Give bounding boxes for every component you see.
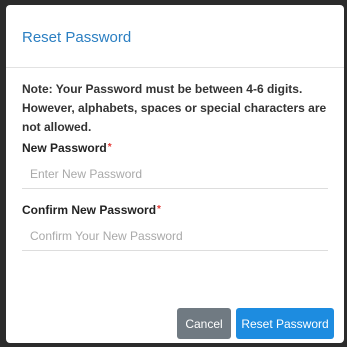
password-rules-note: Note: Your Password must be between 4-6 … [22,82,327,134]
required-marker: * [107,142,112,153]
confirm-password-label: Confirm New Password* [22,202,328,218]
cancel-button[interactable]: Cancel [177,308,231,339]
dialog-header: Reset Password [6,5,344,68]
dialog-body: Note: Your Password must be between 4-6 … [6,68,344,251]
reset-password-dialog: Reset Password Note: Your Password must … [6,5,344,343]
new-password-input[interactable] [22,167,328,189]
confirm-password-label-text: Confirm New Password [22,203,157,217]
new-password-label: New Password* [22,140,328,156]
new-password-label-text: New Password [22,141,107,155]
dialog-footer: Cancel Reset Password [177,308,334,339]
required-marker: * [157,204,161,215]
confirm-password-input[interactable] [22,229,328,251]
reset-password-button[interactable]: Reset Password [236,308,334,339]
dialog-title: Reset Password [22,29,132,46]
